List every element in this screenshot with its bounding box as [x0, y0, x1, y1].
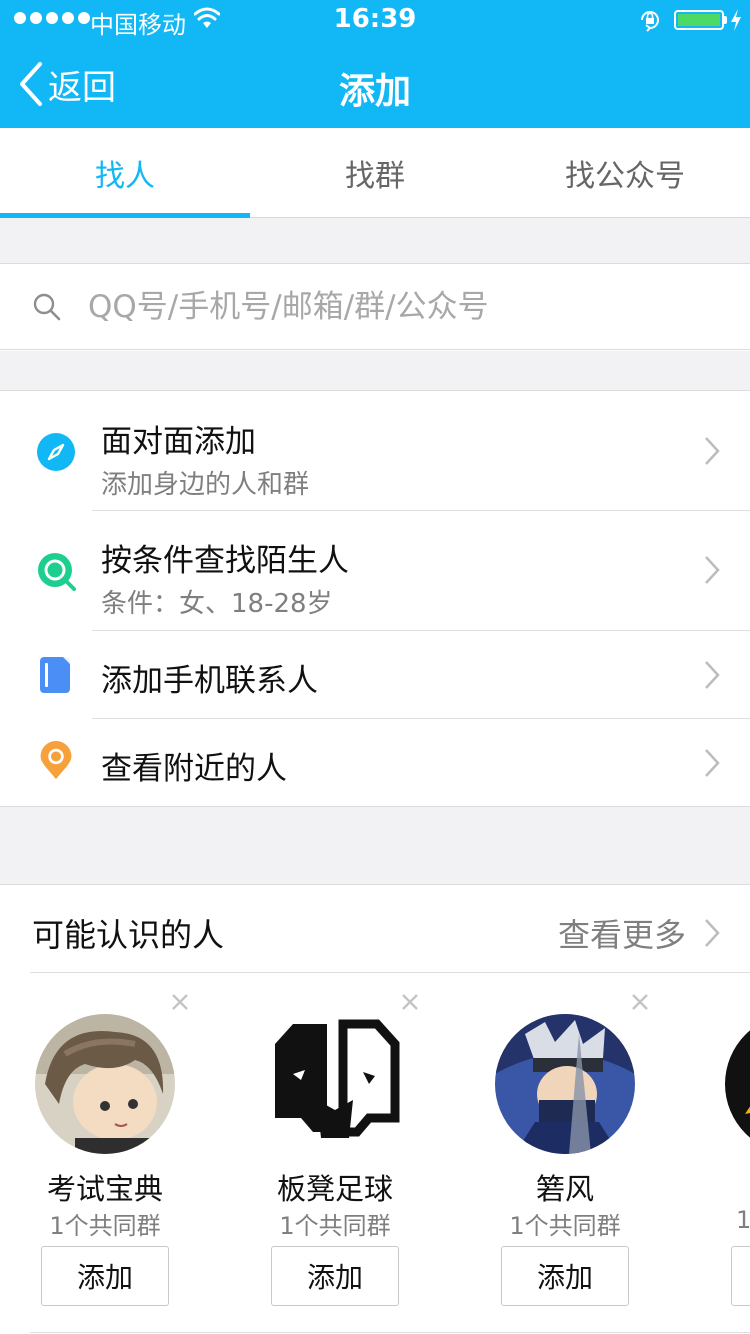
menu-item-conditional-search[interactable]: 按条件查找陌生人 条件：女、18-28岁 [0, 511, 750, 630]
chevron-right-icon [705, 437, 720, 465]
search-bar [0, 264, 750, 350]
avatar [265, 1014, 405, 1154]
person-card: 考试宝典 1个共同群 添加 [0, 986, 200, 1316]
section-title: 可能认识的人 [32, 916, 225, 954]
person-name: 箬风 [535, 1172, 594, 1206]
mutual-groups: 1个共同群 [509, 1212, 621, 1240]
people-you-may-know-section: 可能认识的人 查看更多 考试宝典 1个共同群 添加 板凳足球 1个共同群 添加 … [0, 886, 750, 1334]
tab-bar: 找人 找群 找公众号 [0, 128, 750, 218]
search-input[interactable] [88, 282, 728, 332]
add-person-button[interactable] [731, 1246, 750, 1306]
see-more-button[interactable]: 查看更多 [558, 910, 722, 956]
close-icon[interactable] [400, 992, 420, 1012]
magnifier-icon [38, 553, 76, 591]
menu-item-title: 查看附近的人 [101, 751, 287, 787]
section-divider [0, 218, 750, 264]
person-card: 1 [690, 986, 750, 1316]
menu-item-subtitle: 条件：女、18-28岁 [101, 589, 333, 619]
person-card: 箬风 1个共同群 添加 [460, 986, 660, 1316]
search-icon [33, 293, 61, 321]
menu-item-title: 面对面添加 [101, 424, 256, 460]
person-name: 考试宝典 [46, 1172, 163, 1206]
battery-tip [724, 16, 727, 24]
chevron-right-icon [705, 919, 720, 947]
close-icon[interactable] [630, 992, 650, 1012]
chevron-right-icon [705, 661, 720, 689]
nav-header: 中国移动 16:39 返回 添加 [0, 0, 750, 128]
row-separator [30, 972, 750, 973]
status-bar: 中国移动 16:39 [0, 0, 750, 40]
menu-item-nearby-people[interactable]: 查看附近的人 [0, 719, 750, 806]
chevron-right-icon [705, 556, 720, 584]
add-person-button[interactable]: 添加 [271, 1246, 399, 1306]
location-pin-icon [40, 741, 72, 780]
chevron-left-icon [20, 62, 42, 106]
mutual-groups: 1个共同群 [279, 1212, 391, 1240]
avatar [35, 1014, 175, 1154]
contacts-book-icon [40, 657, 70, 693]
compass-icon [37, 433, 75, 471]
see-more-label: 查看更多 [557, 916, 686, 954]
section-divider [0, 351, 750, 391]
add-person-button[interactable]: 添加 [41, 1246, 169, 1306]
tab-find-groups[interactable]: 找群 [250, 128, 500, 217]
row-separator [30, 1332, 750, 1333]
back-button[interactable]: 返回 [16, 54, 116, 114]
menu-item-title: 添加手机联系人 [101, 663, 318, 699]
chevron-right-icon [705, 749, 720, 777]
battery-icon [674, 10, 724, 30]
menu-item-title: 按条件查找陌生人 [101, 543, 349, 579]
section-divider [0, 806, 750, 885]
close-icon[interactable] [170, 992, 190, 1012]
person-card: 板凳足球 1个共同群 添加 [230, 986, 430, 1316]
charging-bolt-icon [731, 9, 741, 31]
person-name: 板凳足球 [276, 1172, 393, 1206]
mutual-groups: 1 [736, 1206, 750, 1234]
avatar [495, 1014, 635, 1154]
rotation-lock-icon [641, 11, 659, 32]
menu-item-face-to-face[interactable]: 面对面添加 添加身边的人和群 [0, 392, 750, 510]
tab-find-people[interactable]: 找人 [0, 128, 250, 218]
menu-item-add-phone-contacts[interactable]: 添加手机联系人 [0, 631, 750, 718]
menu-item-subtitle: 添加身边的人和群 [101, 470, 310, 500]
add-person-button[interactable]: 添加 [501, 1246, 629, 1306]
mutual-groups: 1个共同群 [49, 1212, 161, 1240]
tab-find-official-accounts[interactable]: 找公众号 [500, 128, 750, 217]
back-label: 返回 [48, 67, 116, 108]
avatar [725, 1014, 750, 1154]
